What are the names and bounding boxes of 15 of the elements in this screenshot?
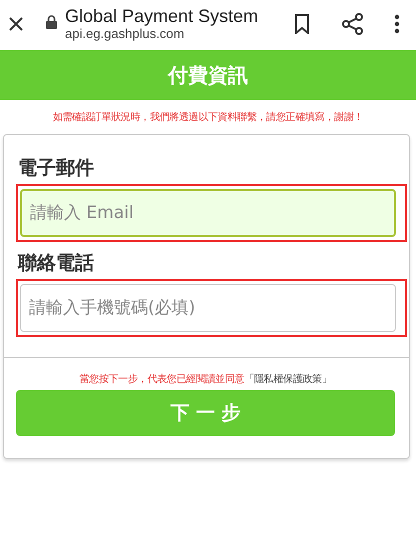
page-title: Global Payment System: [65, 6, 260, 27]
privacy-link[interactable]: 「隱私權保護政策」: [244, 374, 332, 385]
share-icon[interactable]: [342, 13, 364, 35]
more-icon[interactable]: [394, 14, 400, 34]
consent-text: 當您按下一步，代表您已經閱讀並同意「隱私權保護政策」: [79, 372, 332, 386]
input-field[interactable]: 請輸入手機號碼(必填): [20, 284, 396, 332]
field-label: 聯絡電話: [18, 251, 95, 276]
url-text: api.eg.gashplus.com: [65, 26, 184, 42]
lock-icon: [46, 15, 57, 29]
notice-text: 如需確認訂單狀況時，我們將透過以下資料聯繫，請您正確填寫，謝謝！: [52, 110, 364, 124]
field-label: 電子郵件: [18, 156, 95, 181]
close-icon[interactable]: [8, 16, 24, 32]
bookmark-icon[interactable]: [294, 14, 310, 34]
header-title: 付費資訊: [168, 62, 248, 88]
input-field[interactable]: 請輸入 Email: [20, 189, 396, 237]
